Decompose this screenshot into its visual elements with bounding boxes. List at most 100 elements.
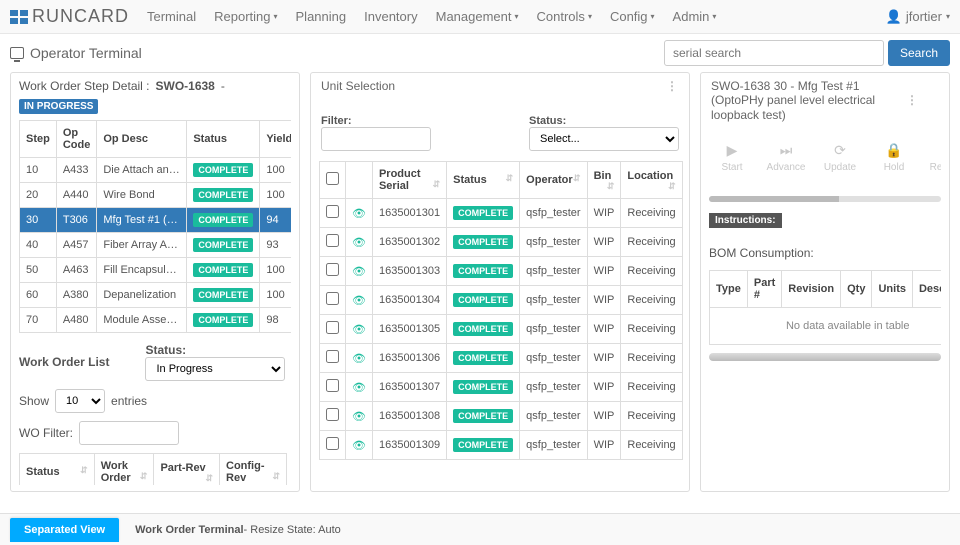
- nav-controls[interactable]: Controls▾: [537, 9, 592, 24]
- col-op-desc[interactable]: Op Desc: [97, 121, 187, 158]
- nav-config[interactable]: Config▾: [610, 9, 655, 24]
- caret-icon: ▾: [274, 12, 278, 21]
- show-label: Show: [19, 394, 49, 408]
- row-checkbox[interactable]: [326, 205, 339, 218]
- action-advance[interactable]: ⏭Advance: [767, 142, 805, 173]
- col-status[interactable]: Status⇵: [447, 162, 520, 199]
- nav-admin[interactable]: Admin▾: [673, 9, 717, 24]
- wo-list-label: Work Order List: [19, 355, 109, 369]
- col-work-order[interactable]: Work Order⇵: [94, 454, 154, 486]
- nav-management[interactable]: Management▾: [436, 9, 519, 24]
- hold-icon: 🔒: [885, 142, 902, 159]
- eye-icon[interactable]: 👁: [352, 324, 366, 336]
- nav-inventory[interactable]: Inventory: [364, 9, 417, 24]
- step-table: StepOp CodeOp DescStatusYield 10A433Die …: [19, 120, 291, 333]
- serial-search-input[interactable]: [664, 40, 884, 66]
- col-operator[interactable]: Operator⇵: [520, 162, 587, 199]
- col-units[interactable]: Units: [872, 271, 913, 308]
- eye-icon[interactable]: 👁: [352, 411, 366, 423]
- brand-logo: RUNCARD: [10, 6, 129, 27]
- col-status[interactable]: Status: [187, 121, 260, 158]
- horizontal-scrollbar[interactable]: [709, 353, 941, 361]
- action-update[interactable]: ⟳Update: [821, 142, 859, 173]
- user-menu[interactable]: 👤 jfortier ▾: [886, 9, 950, 25]
- col-bin[interactable]: Bin⇵: [587, 162, 621, 199]
- step-row[interactable]: 50A463Fill EncapsulationCOMPLETE100: [20, 258, 292, 283]
- col-revision[interactable]: Revision: [782, 271, 841, 308]
- unit-row[interactable]: 👁 1635001306COMPLETEqsfp_testerWIPReceiv…: [320, 344, 683, 373]
- step-row[interactable]: 40A457Fiber Array Attach o...COMPLETE93: [20, 233, 292, 258]
- row-checkbox[interactable]: [326, 234, 339, 247]
- status-label: Status:: [145, 343, 285, 357]
- step-row[interactable]: 20A440Wire BondCOMPLETE100: [20, 183, 292, 208]
- action-release[interactable]: 🔓Release: [929, 142, 941, 173]
- col-part-rev[interactable]: Part-Rev⇵: [154, 454, 220, 486]
- unit-row[interactable]: 👁 1635001301COMPLETEqsfp_testerWIPReceiv…: [320, 199, 683, 228]
- row-checkbox[interactable]: [326, 263, 339, 276]
- eye-icon[interactable]: 👁: [352, 353, 366, 365]
- eye-icon[interactable]: 👁: [352, 266, 366, 278]
- eye-icon[interactable]: 👁: [352, 208, 366, 220]
- search-button[interactable]: Search: [888, 40, 950, 66]
- col-location[interactable]: Location⇵: [621, 162, 682, 199]
- nav-reporting[interactable]: Reporting▾: [214, 9, 277, 24]
- unit-row[interactable]: 👁 1635001302COMPLETEqsfp_testerWIPReceiv…: [320, 228, 683, 257]
- step-row[interactable]: 30T306Mfg Test #1 (OptoPHy...COMPLETE94: [20, 208, 292, 233]
- col-part-#[interactable]: Part #: [747, 271, 781, 308]
- col-qty[interactable]: Qty: [841, 271, 872, 308]
- col-sel[interactable]: [320, 162, 346, 199]
- start-icon: ▶: [727, 142, 738, 159]
- col-type[interactable]: Type: [710, 271, 748, 308]
- bottom-sub: - Resize State: Auto: [244, 524, 341, 536]
- step-detail-title: SWO-1638 30 - Mfg Test #1 (OptoPHy panel…: [711, 79, 906, 122]
- unit-row[interactable]: 👁 1635001303COMPLETEqsfp_testerWIPReceiv…: [320, 257, 683, 286]
- step-row[interactable]: 70A480Module AssemblyCOMPLETE98: [20, 308, 292, 333]
- row-checkbox[interactable]: [326, 408, 339, 421]
- select-all-checkbox[interactable]: [326, 172, 339, 185]
- col-status[interactable]: Status⇵: [20, 454, 95, 486]
- update-icon: ⟳: [834, 142, 846, 159]
- step-row[interactable]: 10A433Die Attach and Perim...COMPLETE100: [20, 158, 292, 183]
- unit-row[interactable]: 👁 1635001304COMPLETEqsfp_testerWIPReceiv…: [320, 286, 683, 315]
- wod-id: SWO-1638: [156, 79, 215, 93]
- eye-icon[interactable]: 👁: [352, 237, 366, 249]
- row-checkbox[interactable]: [326, 379, 339, 392]
- col-config-rev[interactable]: Config-Rev⇵: [220, 454, 287, 486]
- kebab-icon[interactable]: ⋮: [906, 93, 919, 107]
- col-step[interactable]: Step: [20, 121, 57, 158]
- col-op-code[interactable]: Op Code: [56, 121, 97, 158]
- bom-nodata: No data available in table: [710, 308, 942, 345]
- col-yield[interactable]: Yield: [260, 121, 291, 158]
- unit-status-label: Status:: [529, 115, 566, 127]
- caret-icon: ▾: [712, 12, 716, 21]
- unit-row[interactable]: 👁 1635001308COMPLETEqsfp_testerWIPReceiv…: [320, 402, 683, 431]
- col-sel[interactable]: [346, 162, 373, 199]
- eye-icon[interactable]: 👁: [352, 440, 366, 452]
- filter-input[interactable]: [321, 127, 431, 151]
- unit-row[interactable]: 👁 1635001309COMPLETEqsfp_testerWIPReceiv…: [320, 431, 683, 460]
- unit-row[interactable]: 👁 1635001305COMPLETEqsfp_testerWIPReceiv…: [320, 315, 683, 344]
- action-start[interactable]: ▶Start: [713, 142, 751, 173]
- show-entries-select[interactable]: 10: [55, 389, 105, 413]
- row-checkbox[interactable]: [326, 350, 339, 363]
- nav-terminal[interactable]: Terminal: [147, 9, 196, 24]
- user-name: jfortier: [906, 9, 942, 24]
- caret-icon: ▾: [588, 12, 592, 21]
- row-checkbox[interactable]: [326, 321, 339, 334]
- release-icon: 🔓: [939, 142, 941, 159]
- eye-icon[interactable]: 👁: [352, 295, 366, 307]
- col-description[interactable]: Description: [912, 271, 941, 308]
- kebab-icon[interactable]: ⋮: [666, 79, 679, 93]
- col-product-serial[interactable]: Product Serial⇵: [372, 162, 446, 199]
- wo-status-select[interactable]: In Progress: [145, 357, 285, 381]
- eye-icon[interactable]: 👁: [352, 382, 366, 394]
- row-checkbox[interactable]: [326, 292, 339, 305]
- action-hold[interactable]: 🔒Hold: [875, 142, 913, 173]
- unit-row[interactable]: 👁 1635001307COMPLETEqsfp_testerWIPReceiv…: [320, 373, 683, 402]
- step-row[interactable]: 60A380DepanelizationCOMPLETE100: [20, 283, 292, 308]
- nav-planning[interactable]: Planning: [296, 9, 347, 24]
- tab-separated-view[interactable]: Separated View: [10, 518, 119, 542]
- unit-status-select[interactable]: Select...: [529, 127, 679, 151]
- row-checkbox[interactable]: [326, 437, 339, 450]
- wo-filter-input[interactable]: [79, 421, 179, 445]
